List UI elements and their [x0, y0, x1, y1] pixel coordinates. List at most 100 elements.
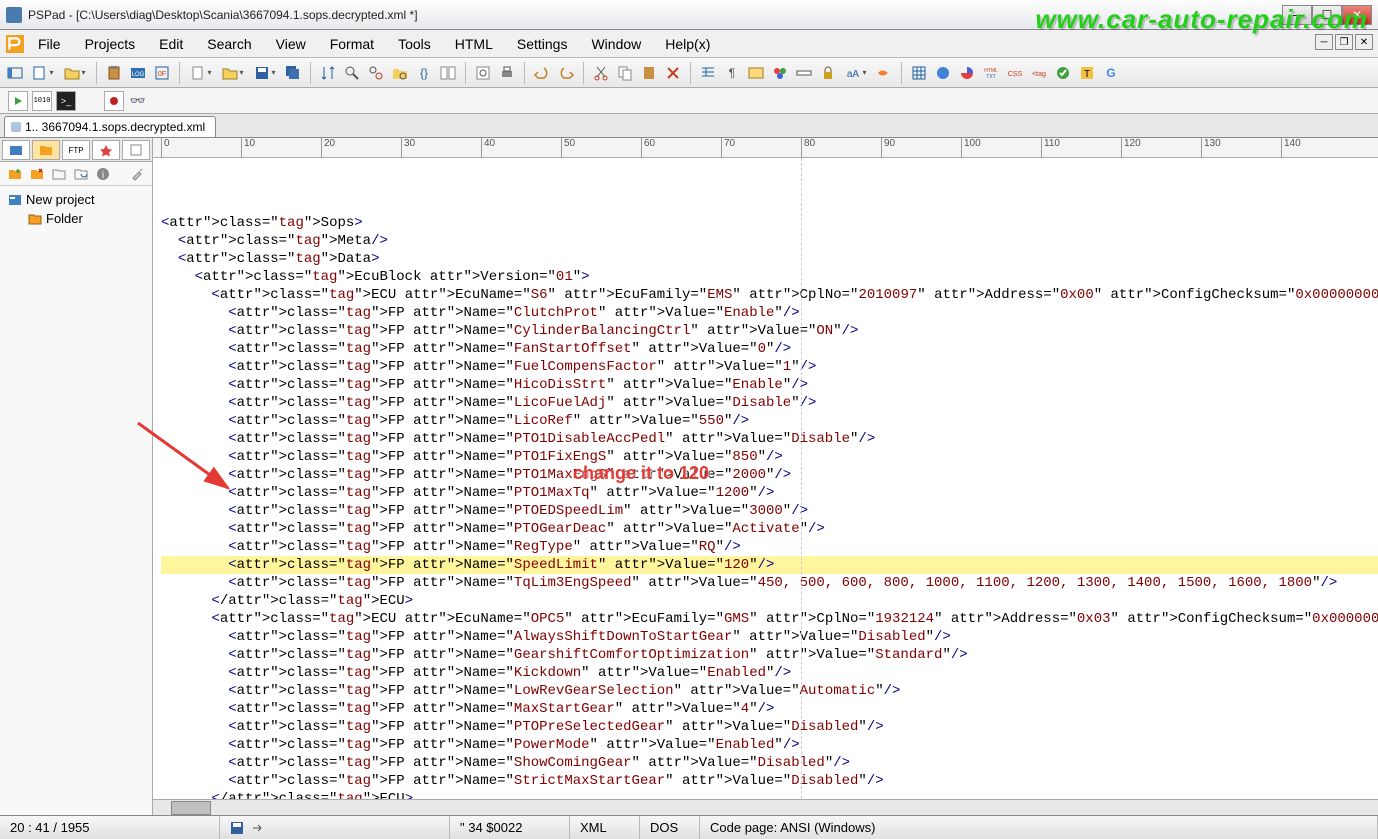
code-line[interactable]: <attr">class="tag">FP attr">Name="Clutch… [161, 304, 1378, 322]
sync-folder-icon[interactable] [72, 165, 90, 183]
wrap-button[interactable] [745, 62, 767, 84]
info-icon[interactable]: i [94, 165, 112, 183]
code-line[interactable]: <attr">class="tag">Data> [161, 250, 1378, 268]
side-tab-5[interactable] [122, 140, 150, 160]
code-line[interactable]: <attr">class="tag">ECU attr">EcuName="OP… [161, 610, 1378, 628]
menu-view[interactable]: View [266, 33, 316, 55]
tree-folder[interactable]: Folder [4, 209, 148, 228]
code-line[interactable]: <attr">class="tag">FP attr">Name="MaxSta… [161, 700, 1378, 718]
print-button[interactable] [496, 62, 518, 84]
case-button[interactable]: aA [841, 62, 871, 84]
code-line[interactable]: <attr">class="tag">FP attr">Name="TqLim3… [161, 574, 1378, 592]
menu-projects[interactable]: Projects [75, 33, 146, 55]
play-button[interactable] [8, 91, 28, 111]
paste-button[interactable] [103, 62, 125, 84]
minimize-button[interactable]: ─ [1282, 5, 1312, 25]
chart-button[interactable] [956, 62, 978, 84]
preview-button[interactable] [472, 62, 494, 84]
code-line[interactable]: <attr">class="tag">FP attr">Name="PowerM… [161, 736, 1378, 754]
replace-button[interactable] [365, 62, 387, 84]
code-line[interactable]: <attr">class="tag">Meta/> [161, 232, 1378, 250]
compare-button[interactable] [437, 62, 459, 84]
validate-button[interactable]: T [1076, 62, 1098, 84]
code-line[interactable]: <attr">class="tag">FP attr">Name="LicoFu… [161, 394, 1378, 412]
copy-button[interactable] [614, 62, 636, 84]
code-line[interactable]: <attr">class="tag">FP attr">Name="LicoRe… [161, 412, 1378, 430]
world-button[interactable] [932, 62, 954, 84]
doc-minimize-button[interactable]: ─ [1315, 34, 1333, 50]
brackets-button[interactable]: {} [413, 62, 435, 84]
indent-button[interactable] [697, 62, 719, 84]
menu-window[interactable]: Window [581, 33, 651, 55]
code-line[interactable]: <attr">class="tag">ECU attr">EcuName="S6… [161, 286, 1378, 304]
maximize-button[interactable]: ☐ [1312, 5, 1342, 25]
menu-settings[interactable]: Settings [507, 33, 578, 55]
code-line[interactable]: <attr">class="tag">FP attr">Name="PTO1Ma… [161, 484, 1378, 502]
doc-close-button[interactable]: ✕ [1355, 34, 1373, 50]
horizontal-scrollbar[interactable] [153, 799, 1378, 815]
open-project-button[interactable] [60, 62, 90, 84]
new-folder-icon[interactable] [50, 165, 68, 183]
code-line[interactable]: <attr">class="tag">FP attr">Name="ShowCo… [161, 754, 1378, 772]
code-line[interactable]: </attr">class="tag">ECU> [161, 790, 1378, 799]
cut-button[interactable] [590, 62, 612, 84]
css-button[interactable]: CSS [1004, 62, 1026, 84]
code-line[interactable]: <attr">class="tag">FP attr">Name="FanSta… [161, 340, 1378, 358]
lock-button[interactable] [817, 62, 839, 84]
colors-button[interactable] [769, 62, 791, 84]
new-file-button[interactable] [186, 62, 216, 84]
code-editor[interactable]: <attr">class="tag">Sops> <attr">class="t… [153, 158, 1378, 799]
tools-icon[interactable] [128, 165, 146, 183]
delete-button[interactable] [662, 62, 684, 84]
code-line[interactable]: </attr">class="tag">ECU> [161, 592, 1378, 610]
save-button[interactable] [250, 62, 280, 84]
code-line[interactable]: <attr">class="tag">Sops> [161, 214, 1378, 232]
code-line[interactable]: <attr">class="tag">FP attr">Name="LowRev… [161, 682, 1378, 700]
side-tab-4[interactable] [92, 140, 120, 160]
find-button[interactable] [341, 62, 363, 84]
tree-project[interactable]: New project [4, 190, 148, 209]
hex-button[interactable]: 0F [151, 62, 173, 84]
doc-restore-button[interactable]: ❐ [1335, 34, 1353, 50]
code-line[interactable]: <attr">class="tag">FP attr">Name="RegTyp… [161, 538, 1378, 556]
code-line[interactable]: <attr">class="tag">FP attr">Name="SpeedL… [161, 556, 1378, 574]
remove-folder-icon[interactable] [28, 165, 46, 183]
side-tab-1[interactable] [2, 140, 30, 160]
close-button[interactable]: ✕ [1342, 5, 1372, 25]
code-line[interactable]: <attr">class="tag">FP attr">Name="PTO1Ma… [161, 466, 1378, 484]
code-line[interactable]: <attr">class="tag">FP attr">Name="PTO1Di… [161, 430, 1378, 448]
google-button[interactable]: G [1100, 62, 1122, 84]
paste-clip-button[interactable] [638, 62, 660, 84]
cmd-button[interactable]: >_ [56, 91, 76, 111]
side-tab-2[interactable] [32, 140, 60, 160]
new-project-button[interactable] [28, 62, 58, 84]
log-button[interactable]: LOG [127, 62, 149, 84]
menu-html[interactable]: HTML [445, 33, 503, 55]
glasses-icon[interactable]: 👓 [128, 91, 148, 111]
ruler-button[interactable] [793, 62, 815, 84]
code-line[interactable]: <attr">class="tag">EcuBlock attr">Versio… [161, 268, 1378, 286]
code-line[interactable]: <attr">class="tag">FP attr">Name="Always… [161, 628, 1378, 646]
code-line[interactable]: <attr">class="tag">FP attr">Name="PTO1Fi… [161, 448, 1378, 466]
menu-tools[interactable]: Tools [388, 33, 441, 55]
fish-button[interactable] [873, 62, 895, 84]
code-line[interactable]: <attr">class="tag">FP attr">Name="Kickdo… [161, 664, 1378, 682]
code-line[interactable]: <attr">class="tag">FP attr">Name="Cylind… [161, 322, 1378, 340]
code-line[interactable]: <attr">class="tag">FP attr">Name="FuelCo… [161, 358, 1378, 376]
binary-icon[interactable]: 1010 [32, 91, 52, 111]
project-panel-button[interactable] [4, 62, 26, 84]
open-file-button[interactable] [218, 62, 248, 84]
record-button[interactable] [104, 91, 124, 111]
save-all-button[interactable] [282, 62, 304, 84]
menu-format[interactable]: Format [320, 33, 384, 55]
add-folder-icon[interactable] [6, 165, 24, 183]
menu-file[interactable]: File [28, 33, 71, 55]
menu-search[interactable]: Search [197, 33, 261, 55]
code-line[interactable]: <attr">class="tag">FP attr">Name="PTOPre… [161, 718, 1378, 736]
menu-help[interactable]: Help(x) [655, 33, 720, 55]
undo-button[interactable] [531, 62, 553, 84]
html-txt-button[interactable]: HTMLTXT [980, 62, 1002, 84]
code-line[interactable]: <attr">class="tag">FP attr">Name="Gearsh… [161, 646, 1378, 664]
pilcrow-button[interactable]: ¶ [721, 62, 743, 84]
check-button[interactable] [1052, 62, 1074, 84]
